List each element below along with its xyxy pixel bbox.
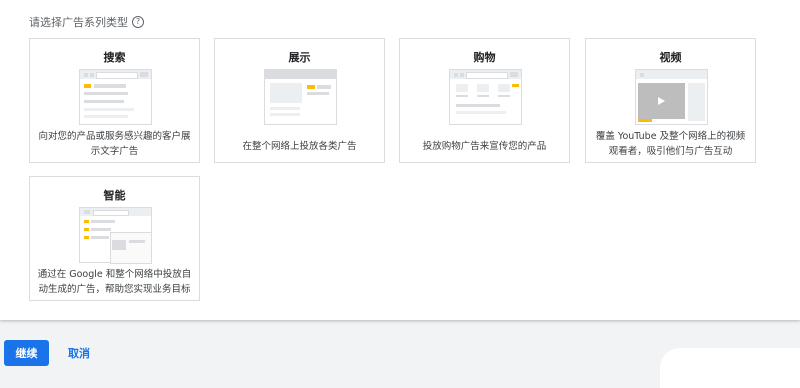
play-icon [658,97,665,105]
campaign-card-display[interactable]: 展示 在整个网络上投放各类广告 [214,38,385,163]
card-description: 投放购物广告来宣传您的产品 [422,141,547,152]
campaign-card-shopping[interactable]: 购物 投放购物广告来宣传您的产品 [399,38,570,163]
campaign-card-search[interactable]: 搜索 向对您的产品或服务感兴趣的客户展示文字广告 [29,38,200,163]
card-description: 向对您的产品或服务感兴趣的客户展示文字广告 [38,131,191,157]
help-icon[interactable]: ? [132,16,144,28]
continue-button[interactable]: 继续 [4,340,49,366]
card-title: 视频 [659,51,682,64]
display-ad-illustration-icon [264,69,337,125]
card-description: 通过在 Google 和整个网络中投放自动生成的广告，帮助您实现业务目标 [37,269,192,295]
section-heading: 请选择广告系列类型 ? [29,13,144,31]
search-ad-illustration-icon [79,69,152,125]
video-ad-illustration-icon [635,69,708,125]
campaign-card-smart[interactable]: 智能 通过在 Google 和整个网络中投放自动生成的广告，帮助您实现业务目标 [29,176,200,301]
smart-ad-illustration-icon [79,207,152,264]
shopping-ad-illustration-icon [449,69,522,125]
card-title: 智能 [103,189,126,202]
card-description: 在整个网络上投放各类广告 [242,141,357,152]
campaign-card-video[interactable]: 视频 覆盖 YouTube 及整个网络上的视频观看者，吸引他们与广告互动 [585,38,756,163]
card-title: 购物 [473,51,496,64]
card-title: 展示 [288,51,311,64]
heading-text: 请选择广告系列类型 [29,16,128,29]
decorative-shape [660,348,800,388]
card-title: 搜索 [103,51,126,64]
cancel-button[interactable]: 取消 [62,340,96,366]
campaign-type-panel: 请选择广告系列类型 ? 搜索 向对您的产品或服务感兴趣的客户展示文字广告 展示 [0,0,800,320]
card-description: 覆盖 YouTube 及整个网络上的视频观看者，吸引他们与广告互动 [595,131,746,157]
